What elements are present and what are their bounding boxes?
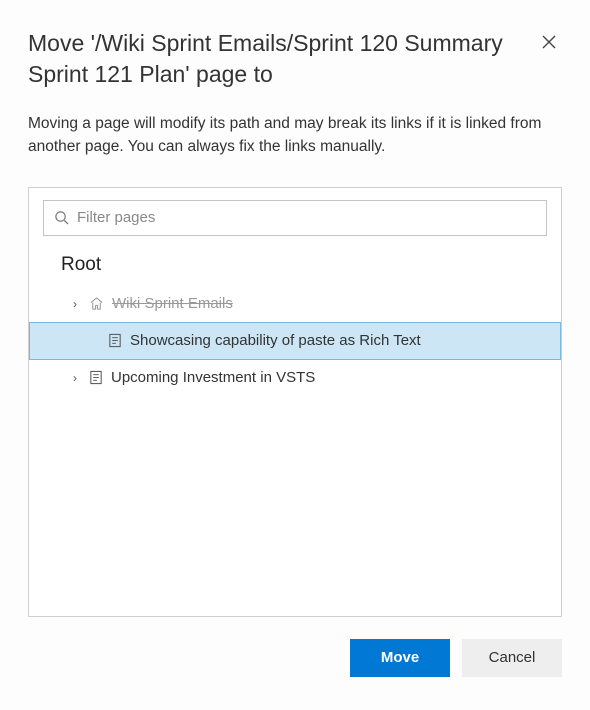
tree-row-label: Showcasing capability of paste as Rich T… [130,332,421,349]
tree-row[interactable]: › Wiki Sprint Emails [39,286,551,322]
tree-row-label: Wiki Sprint Emails [112,295,233,312]
tree-row[interactable]: ›Showcasing capability of paste as Rich … [29,322,561,360]
move-button[interactable]: Move [350,639,450,677]
tree-root-label[interactable]: Root [39,254,551,286]
tree-row[interactable]: › Upcoming Investment in VSTS [39,360,551,396]
dialog-description: Moving a page will modify its path and m… [28,112,562,159]
home-icon [89,296,104,311]
page-tree-panel: Root ›Wiki Sprint Emails›Showcasing capa… [28,187,562,617]
tree-row-label: Upcoming Investment in VSTS [111,369,315,386]
dialog-title: Move '/Wiki Sprint Emails/Sprint 120 Sum… [28,28,524,90]
chevron-right-icon[interactable]: › [69,371,81,385]
search-icon [54,210,69,225]
dialog-footer: Move Cancel [28,639,562,677]
filter-field[interactable] [43,200,547,236]
close-button[interactable] [536,30,562,56]
page-icon [89,370,103,385]
close-icon [542,32,556,55]
cancel-button[interactable]: Cancel [462,639,562,677]
chevron-right-icon[interactable]: › [69,297,81,311]
page-icon [108,333,122,348]
filter-input[interactable] [77,209,536,226]
